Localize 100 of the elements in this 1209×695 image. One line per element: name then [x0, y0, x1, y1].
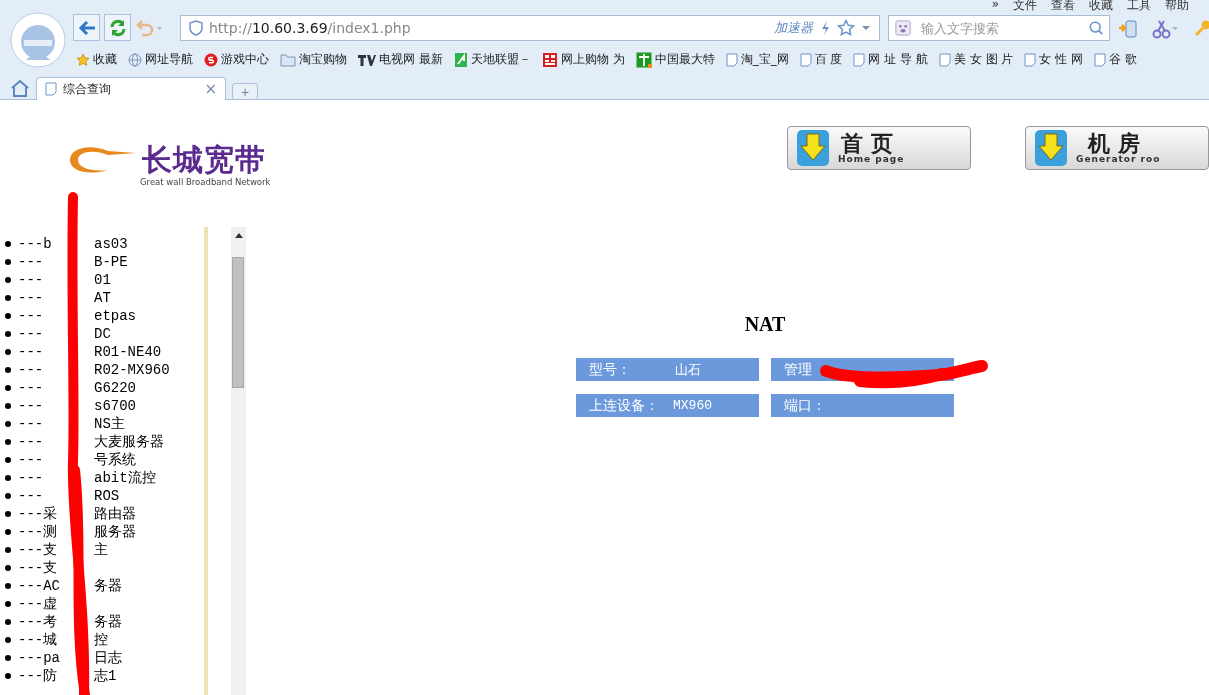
tree-item[interactable]: ---pa	[18, 650, 60, 666]
refresh-button[interactable]	[104, 14, 131, 41]
tree-item[interactable]: 01	[94, 271, 111, 289]
bookmark-link[interactable]: 网上购物 为	[541, 51, 625, 68]
bookmark-link[interactable]: 淘_宝_网	[725, 51, 789, 68]
scroll-up-icon[interactable]	[234, 233, 243, 238]
tree-item[interactable]: ---	[18, 272, 44, 288]
bookmark-link[interactable]: 网址导航	[128, 51, 193, 68]
tree-item[interactable]: 号系统	[94, 451, 136, 469]
bullet-icon	[5, 277, 11, 283]
bookmark-link[interactable]: 游戏中心	[204, 51, 269, 68]
scissors-icon[interactable]	[1152, 19, 1180, 39]
tree-item[interactable]: ROS	[94, 487, 120, 505]
avatar-icon[interactable]	[10, 12, 66, 68]
tree-item[interactable]: ---采	[18, 506, 58, 522]
tree-item[interactable]: ---	[18, 326, 44, 342]
dropdown-icon[interactable]	[861, 25, 871, 31]
star-icon[interactable]	[837, 19, 855, 37]
bookmark-link[interactable]: 谷 歌	[1094, 51, 1137, 68]
menu-item[interactable]: 工具	[1127, 0, 1151, 14]
tree-item[interactable]: ---	[18, 452, 44, 468]
search-field[interactable]: 输入文字搜索	[918, 19, 1083, 37]
tree-item[interactable]: ---	[18, 416, 44, 432]
tree-item[interactable]: as03	[94, 235, 128, 253]
back-button[interactable]	[73, 14, 100, 41]
search-icon[interactable]	[1088, 20, 1103, 36]
bullet-icon	[5, 655, 11, 661]
scrollbar-thumb[interactable]	[232, 257, 244, 388]
bookmark-link[interactable]: 淘宝购物	[280, 51, 347, 68]
tree-item[interactable]: 日志	[94, 649, 122, 667]
tree-item[interactable]: R02-MX960	[94, 361, 170, 379]
accelerator-label[interactable]: 加速器	[774, 19, 813, 37]
tree-item[interactable]: NS主	[94, 415, 125, 433]
phone-icon[interactable]	[1118, 19, 1138, 39]
tree-item[interactable]: abit流控	[94, 469, 156, 487]
bookmark-link[interactable]: 百 度	[799, 51, 843, 68]
tree-item[interactable]: ---测	[18, 524, 58, 540]
tree-item[interactable]: B-PE	[94, 253, 128, 271]
tree-item[interactable]: ---支	[18, 560, 58, 576]
logo-text: 长城宽带	[142, 145, 266, 175]
back-arrow-icon	[77, 19, 96, 36]
scrollbar[interactable]	[231, 227, 246, 695]
bookmark-link[interactable]: 收藏	[76, 51, 117, 68]
browser-tab[interactable]: 综合查询 ×	[36, 77, 226, 100]
tree-item[interactable]: 务器	[94, 613, 122, 631]
tree-item[interactable]: ---	[18, 308, 44, 324]
tree-item[interactable]: ---	[18, 470, 44, 486]
home-icon[interactable]	[10, 79, 30, 97]
tree-item[interactable]: ---防	[18, 668, 58, 684]
tree-item[interactable]: ---考	[18, 614, 58, 630]
lightning-icon[interactable]	[819, 20, 831, 36]
tree-item[interactable]: ---	[18, 344, 44, 360]
bullet-icon	[5, 619, 11, 625]
tree-item[interactable]: G6220	[94, 379, 136, 397]
bookmark-link[interactable]: 网 址 导 航	[853, 51, 928, 68]
game-icon	[204, 52, 218, 67]
tree-item[interactable]: ---	[18, 398, 44, 414]
address-bar[interactable]: http://10.60.3.69/index1.php 加速器	[180, 15, 880, 41]
bookmark-link[interactable]: 中国最大特	[635, 51, 715, 68]
nav-button[interactable]: 机房 Generator roo	[1025, 126, 1209, 170]
tree-item[interactable]: 主	[94, 541, 108, 559]
field-value: MX960	[673, 398, 712, 413]
tree-item[interactable]: ---	[18, 380, 44, 396]
tree-item[interactable]: DC	[94, 325, 111, 343]
bullet-icon	[5, 601, 11, 607]
tree-item[interactable]: ---虚	[18, 596, 58, 612]
field-label: 型号：	[589, 360, 631, 379]
tree-item[interactable]: ---	[18, 254, 44, 270]
menu-item[interactable]: »	[991, 0, 999, 14]
menu-item[interactable]: 帮助	[1165, 0, 1189, 14]
paw-icon[interactable]	[895, 19, 913, 37]
field-label: 上连设备：	[589, 396, 659, 415]
refresh-icon	[108, 18, 127, 37]
nav-button[interactable]: 首页 Home page	[787, 126, 971, 170]
tree-item[interactable]: etpas	[94, 307, 136, 325]
search-bar[interactable]: 输入文字搜索	[888, 15, 1110, 41]
tree-item[interactable]: s6700	[94, 397, 136, 415]
tree-item[interactable]: ---AC	[18, 578, 60, 594]
tree-item[interactable]: R01-NE40	[94, 343, 162, 361]
tree-item[interactable]: 控	[94, 631, 108, 649]
tree-item[interactable]: ---	[18, 362, 44, 378]
tree-item[interactable]: ---b	[18, 236, 52, 252]
tree-item[interactable]: ---	[18, 290, 44, 306]
tree-item[interactable]: 服务器	[94, 523, 136, 541]
tree-item[interactable]: AT	[94, 289, 111, 307]
bookmark-link[interactable]: 女 性 网	[1024, 51, 1084, 68]
tree-item[interactable]: 务器	[94, 577, 122, 595]
field-label: 管理	[784, 360, 812, 379]
tree-item[interactable]: ---城	[18, 632, 58, 648]
tree-item[interactable]: ---	[18, 434, 44, 450]
bookmark-link[interactable]: 美 女 图 片	[938, 51, 1014, 68]
tree-item[interactable]: 志1	[94, 667, 117, 685]
tree-item[interactable]: 大麦服务器	[94, 433, 164, 451]
tree-item[interactable]: 路由器	[94, 505, 136, 523]
bookmark-link[interactable]: 电视网 最新	[358, 51, 443, 68]
bookmark-link[interactable]: 天地联盟－	[453, 51, 531, 68]
page-icon	[853, 52, 866, 67]
tree-item[interactable]: ---	[18, 488, 44, 504]
bullet-icon	[5, 439, 11, 445]
tree-item[interactable]: ---支	[18, 542, 58, 558]
